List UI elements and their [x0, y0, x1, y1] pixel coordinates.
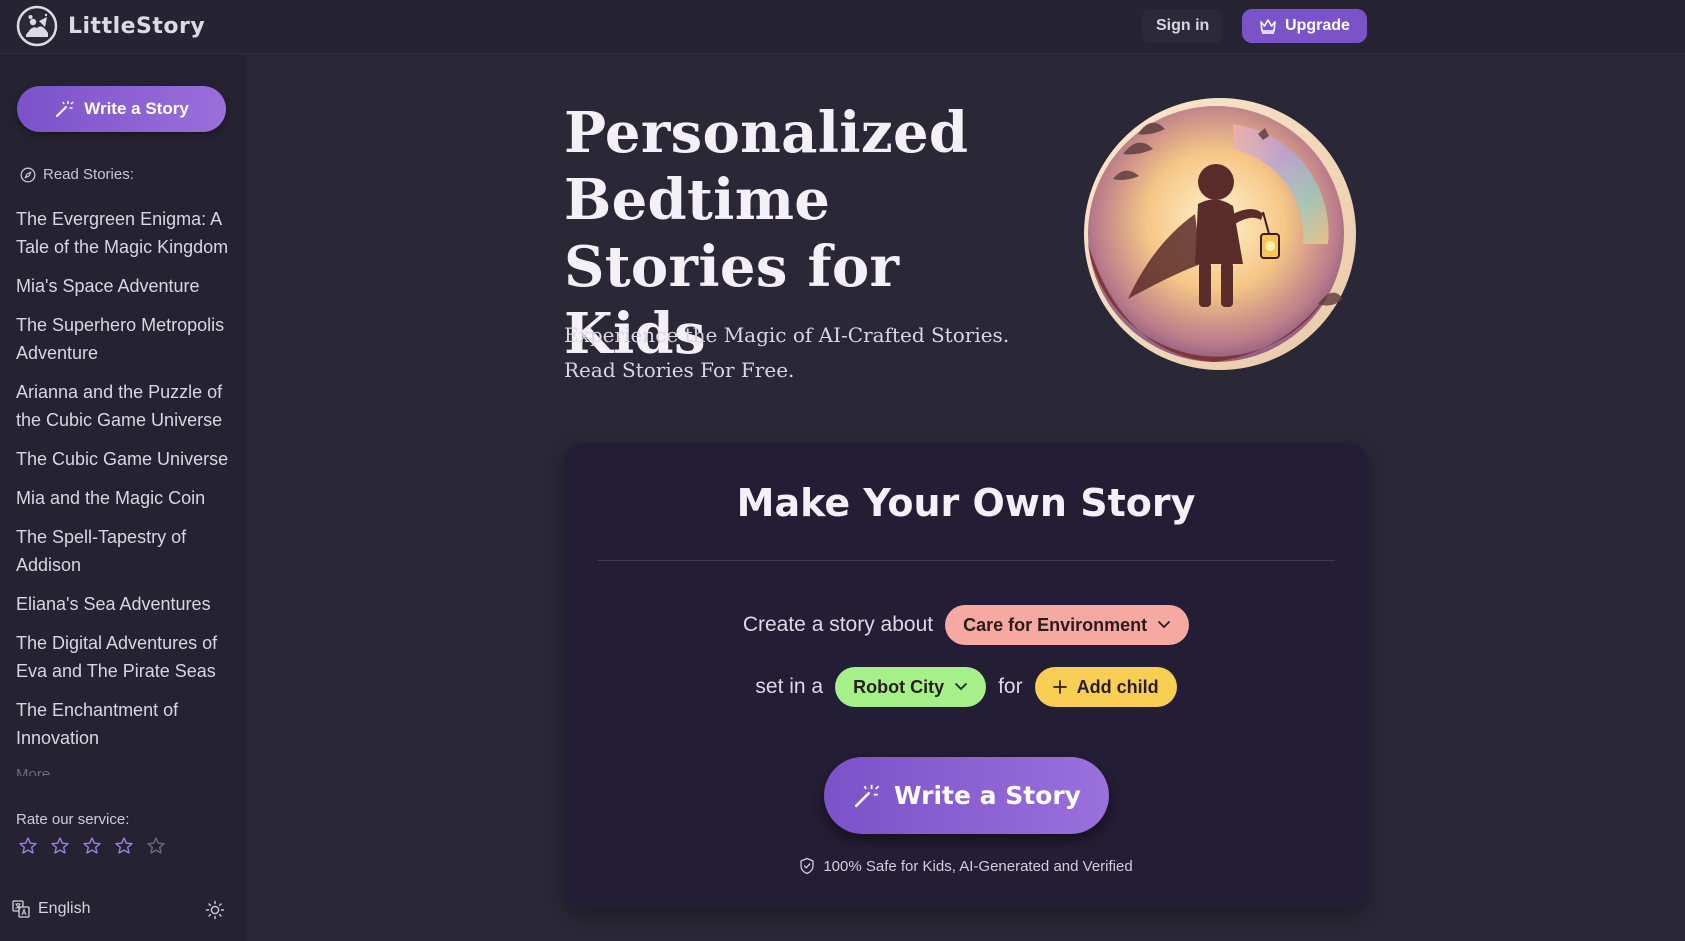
- story-link[interactable]: The Superhero Metropolis Adventure: [16, 311, 236, 367]
- story-link[interactable]: The Digital Adventures of Eva and The Pi…: [16, 629, 236, 685]
- safety-text: 100% Safe for Kids, AI-Generated and Ver…: [823, 857, 1133, 875]
- sidebar-write-story-button[interactable]: Write a Story: [17, 86, 226, 132]
- upgrade-button[interactable]: Upgrade: [1242, 9, 1367, 43]
- theme-toggle-sun-icon[interactable]: [205, 900, 225, 920]
- story-link[interactable]: Eliana's Sea Adventures: [16, 590, 236, 618]
- translate-icon: [12, 900, 30, 918]
- for-prefix: for: [998, 675, 1023, 698]
- divider: [597, 560, 1335, 561]
- star-icon[interactable]: [114, 836, 134, 856]
- more-stories-link[interactable]: More: [16, 766, 50, 776]
- plus-icon: [1052, 680, 1067, 694]
- topic-value: Care for Environment: [963, 614, 1148, 635]
- magic-wand-icon: [854, 784, 880, 807]
- read-stories-label: Read Stories:: [43, 166, 134, 183]
- set-prefix: set in a: [755, 675, 824, 698]
- story-link[interactable]: The Enchantment of Innovation: [16, 696, 236, 752]
- sidebar: Write a Story Read Stories: The Evergree…: [0, 54, 246, 941]
- add-child-label: Add child: [1076, 676, 1159, 697]
- story-link[interactable]: Mia's Space Adventure: [16, 272, 236, 300]
- top-bar: LittleStory Sign in Upgrade: [0, 0, 1685, 54]
- story-link[interactable]: The Cubic Game Universe: [16, 445, 236, 473]
- language-selector[interactable]: English: [12, 900, 90, 918]
- add-child-button[interactable]: Add child: [1034, 667, 1177, 707]
- language-label: English: [38, 900, 91, 917]
- make-story-card: Make Your Own Story Create a story about…: [565, 443, 1367, 909]
- place-value: Robot City: [853, 676, 945, 697]
- upgrade-label: Upgrade: [1285, 17, 1350, 34]
- story-link[interactable]: Mia and the Magic Coin: [16, 484, 236, 512]
- chevron-down-icon: [1158, 621, 1171, 629]
- safety-note: 100% Safe for Kids, AI-Generated and Ver…: [565, 857, 1367, 875]
- place-dropdown[interactable]: Robot City: [835, 667, 987, 707]
- hero-subtitle-line: Experience the Magic of AI-Crafted Stori…: [564, 323, 1010, 347]
- story-topic-row: Create a story about Care for Environmen…: [565, 605, 1367, 645]
- sidebar-write-story-label: Write a Story: [84, 99, 189, 118]
- write-story-button[interactable]: Write a Story: [824, 757, 1109, 834]
- crown-icon: [1260, 19, 1276, 34]
- about-prefix: Create a story about: [742, 613, 934, 636]
- star-icon[interactable]: [146, 836, 166, 856]
- sign-in-button[interactable]: Sign in: [1142, 9, 1224, 43]
- hero-subtitle: Experience the Magic of AI-Crafted Stori…: [564, 318, 1034, 388]
- magic-wand-icon: [56, 101, 74, 117]
- hero-subtitle-line: Read Stories For Free.: [564, 358, 795, 382]
- star-icon[interactable]: [50, 836, 70, 856]
- logo[interactable]: LittleStory: [16, 5, 205, 47]
- star-icon[interactable]: [82, 836, 102, 856]
- app-name: LittleStory: [68, 13, 206, 39]
- logo-icon: [16, 5, 58, 47]
- story-link[interactable]: Arianna and the Puzzle of the Cubic Game…: [16, 378, 236, 434]
- story-list: The Evergreen Enigma: A Tale of the Magi…: [16, 205, 236, 763]
- shield-check-icon: [800, 857, 814, 875]
- rate-label: Rate our service:: [16, 811, 130, 828]
- hero-illustration: [1084, 98, 1356, 370]
- topic-dropdown[interactable]: Care for Environment: [945, 605, 1190, 645]
- compass-icon: [20, 167, 36, 182]
- chevron-down-icon: [955, 683, 967, 691]
- story-link[interactable]: The Spell-Tapestry of Addison: [16, 523, 236, 579]
- read-stories-heading: Read Stories:: [20, 166, 134, 183]
- card-title: Make Your Own Story: [736, 481, 1196, 525]
- story-setting-row: set in a Robot City for Add child: [565, 667, 1367, 707]
- rating-stars: [18, 836, 166, 856]
- star-icon[interactable]: [18, 836, 38, 856]
- story-link[interactable]: The Evergreen Enigma: A Tale of the Magi…: [16, 205, 236, 261]
- write-story-label: Write a Story: [894, 781, 1081, 810]
